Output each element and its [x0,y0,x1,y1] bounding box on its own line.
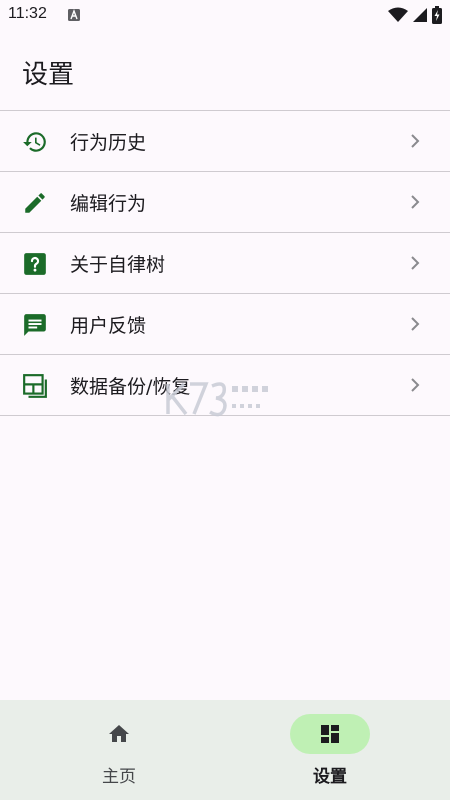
nav-item-home[interactable]: 主页 [69,714,169,794]
status-time: 11:32 [8,5,47,22]
wifi-icon [388,7,408,22]
chevron-right-icon [411,134,420,148]
home-icon [109,725,129,742]
nav-label-home: 主页 [102,767,136,787]
signal-icon [413,8,427,22]
backup-restore-icon [23,374,47,398]
feedback-message-icon [24,314,46,336]
a-badge-icon [68,9,80,21]
menu-item-feedback[interactable]: 用户反馈 [0,294,450,355]
menu-item-label: 用户反馈 [70,315,147,337]
chevron-right-icon [411,317,420,331]
menu-item-label: 关于自律树 [70,254,166,276]
status-icons [388,6,442,24]
help-square-icon [24,253,46,275]
chevron-right-icon [411,378,420,392]
menu-item-history[interactable]: 行为历史 [0,111,450,172]
watermark-logo [166,382,268,417]
chevron-right-icon [411,195,420,209]
nav-item-settings[interactable]: 设置 [280,714,380,794]
pencil-icon [25,193,45,213]
battery-charging-icon [432,6,442,24]
menu-item-label: 编辑行为 [70,193,147,215]
bottom-navigation: 主页 设置 [0,700,450,800]
settings-menu: 行为历史 编辑行为 关于自律树 用户反馈 数据备份/恢复 [0,111,450,416]
chevron-right-icon [411,256,420,270]
history-icon [23,132,46,152]
menu-item-edit-behavior[interactable]: 编辑行为 [0,172,450,233]
menu-item-about[interactable]: 关于自律树 [0,233,450,294]
menu-item-label: 行为历史 [70,132,147,154]
page-title: 设置 [22,60,75,90]
dashboard-icon [321,725,339,743]
status-bar: 11:32 [0,0,450,32]
nav-label-settings: 设置 [313,767,347,787]
